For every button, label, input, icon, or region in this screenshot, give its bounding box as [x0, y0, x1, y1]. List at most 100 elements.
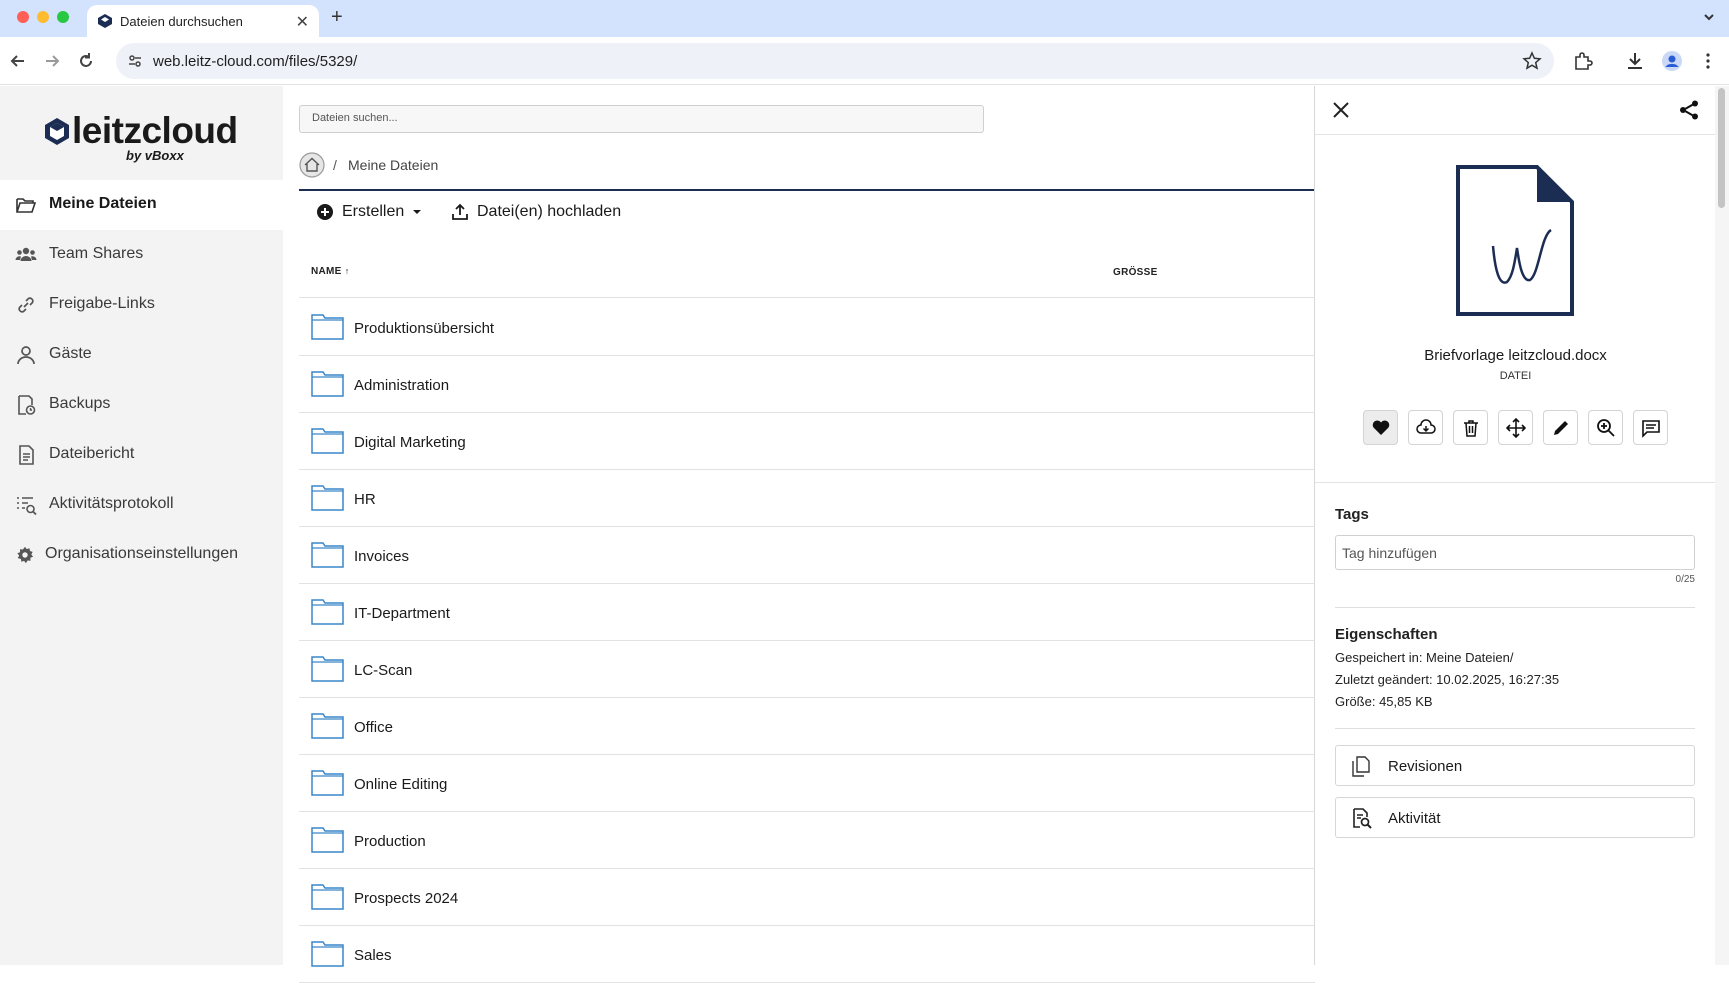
favorite-button[interactable] — [1363, 410, 1398, 445]
folder-name[interactable]: Prospects 2024 — [354, 890, 458, 907]
tag-input[interactable]: Tag hinzufügen — [1335, 535, 1695, 570]
new-tab-icon[interactable]: + — [331, 6, 343, 29]
delete-button[interactable] — [1453, 410, 1488, 445]
scrollbar-thumb[interactable] — [1718, 88, 1725, 208]
folder-icon — [311, 656, 344, 682]
table-row[interactable]: Administration — [299, 356, 1315, 413]
logo-mark-icon — [45, 118, 69, 145]
window-zoom-dot[interactable] — [57, 11, 69, 23]
tag-placeholder: Tag hinzufügen — [1342, 545, 1437, 561]
table-row[interactable]: Prospects 2024 — [299, 869, 1315, 926]
forward-arrow-icon[interactable] — [42, 51, 62, 71]
file-table-body: Produktionsübersicht Administration Digi… — [299, 299, 1315, 983]
extensions-puzzle-icon[interactable] — [1572, 50, 1594, 72]
url-text: web.leitz-cloud.com/files/5329/ — [153, 53, 358, 70]
folder-name[interactable]: Production — [354, 833, 426, 850]
address-bar[interactable]: web.leitz-cloud.com/files/5329/ — [116, 43, 1554, 79]
folder-icon — [311, 884, 344, 910]
report-icon — [19, 445, 34, 465]
folder-icon — [311, 827, 344, 853]
activity-label: Aktivität — [1388, 810, 1441, 827]
folder-name[interactable]: Online Editing — [354, 776, 447, 793]
sidebar-item-label: Backups — [49, 395, 111, 412]
create-button[interactable]: Erstellen — [316, 203, 422, 221]
profile-avatar-icon[interactable] — [1661, 50, 1683, 72]
browser-menu-icon[interactable] — [1697, 50, 1719, 72]
move-button[interactable] — [1498, 410, 1533, 445]
rename-button[interactable] — [1543, 410, 1578, 445]
sidebar-item-freigabe-links[interactable]: Freigabe-Links — [0, 280, 283, 330]
file-type: DATEI — [1499, 370, 1532, 382]
downloads-icon[interactable] — [1624, 50, 1646, 72]
word-document-icon — [1456, 165, 1574, 316]
share-icon[interactable] — [1678, 99, 1700, 121]
browser-tab[interactable]: Dateien durchsuchen ✕ — [87, 5, 319, 37]
file-actions-bar: Erstellen Datei(en) hochladen — [299, 200, 1315, 230]
reload-icon[interactable] — [76, 51, 96, 71]
folder-name[interactable]: Sales — [354, 947, 392, 964]
zoom-in-icon — [1597, 419, 1615, 437]
sidebar-nav: Meine Dateien Team Shares Freigabe-Links… — [0, 180, 283, 580]
window-minimize-dot[interactable] — [37, 11, 49, 23]
properties-heading: Eigenschaften — [1335, 626, 1438, 643]
back-arrow-icon[interactable] — [8, 51, 28, 71]
folder-name[interactable]: Digital Marketing — [354, 434, 466, 451]
revisions-button[interactable]: Revisionen — [1335, 745, 1695, 786]
breadcrumb-underline — [299, 189, 1315, 191]
leitzcloud-logo[interactable]: leitzcloud by vBoxx — [40, 110, 240, 163]
folder-name[interactable]: IT-Department — [354, 605, 450, 622]
table-row[interactable]: Office — [299, 698, 1315, 755]
breadcrumb-separator: / — [333, 157, 337, 173]
breadcrumb-current[interactable]: Meine Dateien — [348, 157, 438, 173]
window-close-dot[interactable] — [17, 11, 29, 23]
sidebar-item-dateibericht[interactable]: Dateibericht — [0, 430, 283, 480]
revisions-label: Revisionen — [1388, 758, 1463, 775]
leitzcloud-favicon-icon — [98, 14, 112, 28]
sidebar-item-label: Team Shares — [49, 245, 144, 262]
table-row[interactable]: Production — [299, 812, 1315, 869]
table-row[interactable]: IT-Department — [299, 584, 1315, 641]
upload-button[interactable]: Datei(en) hochladen — [451, 203, 621, 221]
preview-button[interactable] — [1588, 410, 1623, 445]
sidebar-item-team-shares[interactable]: Team Shares — [0, 230, 283, 280]
browser-toolbar: web.leitz-cloud.com/files/5329/ — [0, 37, 1729, 85]
folder-name[interactable]: HR — [354, 491, 376, 508]
column-header-size[interactable]: GRÖSSE — [1113, 267, 1158, 278]
sidebar-item-aktivitaetsprotokoll[interactable]: Aktivitätsprotokoll — [0, 480, 283, 530]
table-row[interactable]: LC-Scan — [299, 641, 1315, 698]
bookmark-star-icon[interactable] — [1522, 51, 1542, 71]
tab-title: Dateien durchsuchen — [120, 14, 243, 29]
table-row[interactable]: Produktionsübersicht — [299, 299, 1315, 356]
folder-name[interactable]: Office — [354, 719, 393, 736]
tab-search-chevron-icon[interactable] — [1701, 9, 1717, 25]
table-row[interactable]: HR — [299, 470, 1315, 527]
close-icon[interactable] — [1330, 99, 1352, 121]
sidebar-item-label: Freigabe-Links — [49, 295, 155, 312]
folder-icon — [311, 428, 344, 454]
folder-name[interactable]: Administration — [354, 377, 449, 394]
sidebar-item-gaeste[interactable]: Gäste — [0, 330, 283, 380]
panel-scrollbar[interactable] — [1715, 86, 1729, 965]
table-row[interactable]: Digital Marketing — [299, 413, 1315, 470]
folder-name[interactable]: LC-Scan — [354, 662, 412, 679]
folder-name[interactable]: Invoices — [354, 548, 409, 565]
activity-button[interactable]: Aktivität — [1335, 797, 1695, 838]
revisions-icon — [1352, 756, 1370, 777]
sidebar-item-backups[interactable]: Backups — [0, 380, 283, 430]
sort-ascending-icon: ↑ — [344, 266, 350, 276]
sidebar-item-meine-dateien[interactable]: Meine Dateien — [0, 180, 283, 230]
file-search-input[interactable]: Dateien suchen... — [299, 105, 984, 133]
download-button[interactable] — [1408, 410, 1443, 445]
sidebar-item-organisationseinstellungen[interactable]: Organisationseinstellungen — [0, 530, 283, 580]
site-settings-icon[interactable] — [127, 53, 143, 69]
file-table-header: NAME ↑ GRÖSSE — [299, 258, 1315, 298]
tab-close-icon[interactable]: ✕ — [296, 12, 309, 32]
table-row[interactable]: Online Editing — [299, 755, 1315, 812]
folder-name[interactable]: Produktionsübersicht — [354, 320, 494, 337]
comment-button[interactable] — [1633, 410, 1668, 445]
table-row[interactable]: Sales — [299, 926, 1315, 983]
table-row[interactable]: Invoices — [299, 527, 1315, 584]
home-icon[interactable] — [299, 152, 325, 178]
trash-icon — [1464, 420, 1478, 437]
column-header-name[interactable]: NAME ↑ — [311, 266, 350, 277]
